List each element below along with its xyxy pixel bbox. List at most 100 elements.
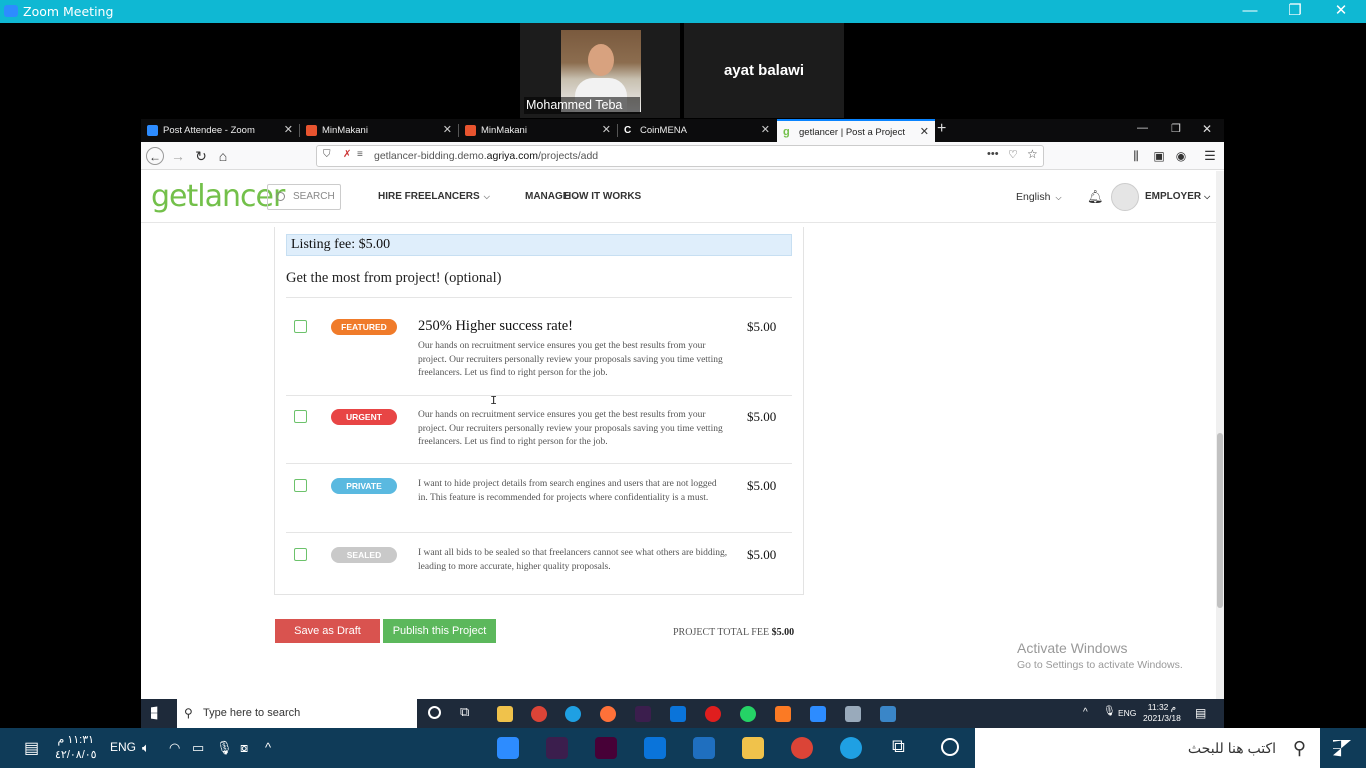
urgent-badge: URGENT bbox=[331, 409, 397, 425]
library-icon[interactable]: ⫼ bbox=[1127, 147, 1145, 165]
notifications-icon[interactable]: ▤ bbox=[1195, 706, 1206, 720]
menu-icon[interactable]: ☰ bbox=[1201, 147, 1219, 165]
back-arrow-icon[interactable]: ← bbox=[146, 147, 164, 165]
adobe-xd-icon[interactable] bbox=[595, 737, 617, 759]
mail-icon[interactable] bbox=[670, 706, 686, 722]
sealed-checkbox[interactable] bbox=[294, 548, 307, 561]
phpstorm-icon[interactable] bbox=[635, 706, 651, 722]
account-icon[interactable]: ◉ bbox=[1172, 147, 1190, 165]
scrollbar-thumb[interactable] bbox=[1217, 433, 1223, 608]
sidebar-icon[interactable]: ▣ bbox=[1150, 147, 1168, 165]
volume-icon[interactable]: 🔈︎ bbox=[142, 740, 150, 756]
participant-face bbox=[588, 44, 614, 76]
notifications-icon[interactable]: ▤ bbox=[24, 738, 39, 758]
insecure-lock-icon[interactable]: ✗ bbox=[343, 149, 351, 160]
notification-bell-icon[interactable]: 🔔︎ bbox=[1087, 189, 1104, 205]
tab-getlancer[interactable]: g getlancer | Post a Project ✕ bbox=[777, 119, 935, 142]
bookmark-star-icon[interactable]: ☆ bbox=[1027, 147, 1038, 161]
notepad-icon[interactable] bbox=[845, 706, 861, 722]
restore-button[interactable]: ❐ bbox=[1272, 0, 1318, 23]
windows-start-icon[interactable] bbox=[1333, 740, 1351, 757]
zoom-icon[interactable] bbox=[497, 737, 519, 759]
permissions-icon[interactable]: ≡ bbox=[357, 149, 363, 160]
opera-icon[interactable] bbox=[705, 706, 721, 722]
remote-search-box[interactable]: ⚲ Type here to search bbox=[177, 699, 417, 728]
photos-icon[interactable] bbox=[880, 706, 896, 722]
language-indicator[interactable]: ENG bbox=[1118, 708, 1136, 718]
close-button[interactable]: ✕ bbox=[1318, 0, 1364, 23]
file-explorer-icon[interactable] bbox=[742, 737, 764, 759]
browser-close-icon[interactable]: ✕ bbox=[1202, 122, 1212, 136]
avatar[interactable] bbox=[1111, 183, 1139, 211]
chevron-up-icon[interactable]: ^ bbox=[265, 740, 271, 755]
language-indicator[interactable]: ENG bbox=[110, 740, 136, 754]
language-selector[interactable]: English ⌵ bbox=[1016, 191, 1062, 203]
close-tab-icon[interactable]: ✕ bbox=[284, 119, 293, 142]
close-tab-icon[interactable]: ✕ bbox=[602, 119, 611, 142]
zoom-icon[interactable] bbox=[810, 706, 826, 722]
firefox-icon[interactable] bbox=[600, 706, 616, 722]
shield-icon[interactable]: ⛉ bbox=[323, 149, 331, 160]
microphone-icon[interactable]: 🎙︎ bbox=[216, 740, 233, 756]
publish-button[interactable]: Publish this Project bbox=[383, 619, 496, 643]
forward-arrow-icon[interactable]: → bbox=[169, 147, 187, 165]
new-tab-button[interactable]: + bbox=[937, 120, 946, 138]
local-clock[interactable]: ١١:٣١ م ٤٢/٠٨/٠٥ bbox=[55, 733, 97, 763]
wifi-icon[interactable]: ◠ bbox=[169, 740, 180, 756]
option-price: $5.00 bbox=[747, 478, 777, 493]
browser-restore-icon[interactable]: ❐ bbox=[1171, 122, 1181, 135]
menu-how-it-works[interactable]: HOW IT WORKS bbox=[564, 191, 641, 202]
cortana-icon[interactable] bbox=[428, 706, 441, 719]
chrome-icon[interactable] bbox=[531, 706, 547, 722]
browser-minimize-icon[interactable]: — bbox=[1137, 122, 1148, 134]
tab-post-attendee[interactable]: Post Attendee - Zoom ✕ bbox=[141, 119, 299, 142]
tab-minmakani[interactable]: MinMakani ✕ bbox=[300, 119, 458, 142]
save-draft-button[interactable]: Save as Draft bbox=[275, 619, 380, 643]
edge-icon[interactable] bbox=[840, 737, 862, 759]
private-checkbox[interactable] bbox=[294, 479, 307, 492]
camera-icon[interactable]: ⧇ bbox=[240, 740, 248, 756]
minimize-button[interactable]: — bbox=[1227, 0, 1273, 23]
cortana-icon[interactable] bbox=[941, 738, 959, 756]
task-view-icon[interactable]: ⧉ bbox=[892, 736, 905, 757]
home-icon[interactable]: ⌂ bbox=[214, 147, 232, 165]
urgent-checkbox[interactable] bbox=[294, 410, 307, 423]
getlancer-logo[interactable]: getlancer bbox=[151, 179, 285, 214]
chevron-down-icon: ⌵ bbox=[483, 192, 490, 201]
pocket-icon[interactable]: ♡ bbox=[1008, 148, 1018, 161]
windows-start-icon[interactable] bbox=[151, 706, 158, 720]
chevron-up-icon[interactable]: ^ bbox=[1083, 707, 1088, 718]
close-tab-icon[interactable]: ✕ bbox=[920, 121, 929, 144]
tab-coinmena[interactable]: C CoinMENA ✕ bbox=[618, 119, 776, 142]
featured-badge: FEATURED bbox=[331, 319, 397, 335]
battery-icon[interactable]: ▭ bbox=[192, 740, 204, 756]
reload-icon[interactable]: ↻ bbox=[192, 147, 210, 165]
close-tab-icon[interactable]: ✕ bbox=[443, 119, 452, 142]
tab-minmakani-2[interactable]: MinMakani ✕ bbox=[459, 119, 617, 142]
mail-icon[interactable] bbox=[644, 737, 666, 759]
whatsapp-icon[interactable] bbox=[740, 706, 756, 722]
page-actions-icon[interactable]: ••• bbox=[987, 148, 999, 160]
featured-checkbox[interactable] bbox=[294, 320, 307, 333]
user-menu[interactable]: EMPLOYER ⌵ bbox=[1145, 191, 1210, 202]
address-bar[interactable]: ⛉ ✗ ≡ getlancer-bidding.demo.agriya.com/… bbox=[316, 145, 1044, 167]
option-price: $5.00 bbox=[747, 547, 777, 562]
edge-icon[interactable] bbox=[565, 706, 581, 722]
close-tab-icon[interactable]: ✕ bbox=[761, 119, 770, 142]
page-scrollbar[interactable] bbox=[1216, 171, 1224, 699]
store-icon[interactable] bbox=[693, 737, 715, 759]
xampp-icon[interactable] bbox=[775, 706, 791, 722]
chrome-icon[interactable] bbox=[791, 737, 813, 759]
phpstorm-icon[interactable] bbox=[546, 737, 568, 759]
remote-clock[interactable]: 11:32 م 2021/3/18 bbox=[1143, 702, 1181, 723]
task-view-icon[interactable]: ⧉ bbox=[460, 704, 469, 720]
url-text: getlancer-bidding.demo.agriya.com/projec… bbox=[374, 150, 599, 162]
menu-hire-freelancers[interactable]: HIRE FREELANCERS ⌵ bbox=[378, 191, 490, 202]
microphone-icon[interactable]: 🎙︎ bbox=[1103, 706, 1116, 717]
tab-label: MinMakani bbox=[322, 125, 368, 136]
site-search-input[interactable]: SEARCH bbox=[267, 184, 341, 210]
brave-favicon-icon bbox=[306, 125, 317, 136]
search-icon: ⚲ bbox=[1292, 738, 1306, 758]
file-explorer-icon[interactable] bbox=[497, 706, 513, 722]
local-search-box[interactable]: اكتب هنا للبحث ⚲ bbox=[975, 728, 1320, 768]
